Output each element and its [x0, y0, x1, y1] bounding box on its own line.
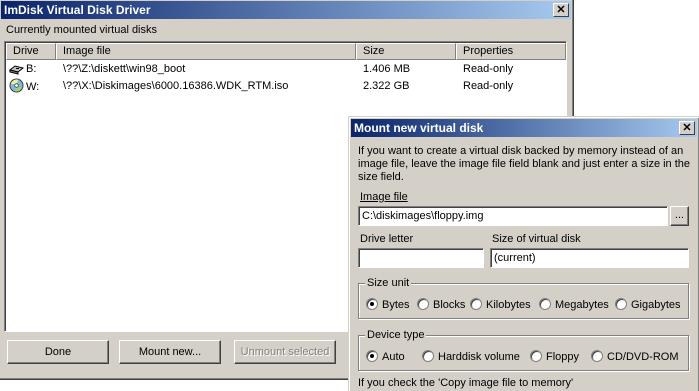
disk-properties: Read-only — [463, 63, 514, 75]
size-unit-blocks-radio[interactable]: Blocks — [417, 298, 465, 312]
cd-drive-icon — [9, 78, 24, 93]
image-file-label: Image file — [360, 191, 408, 203]
column-header-drive[interactable]: Drive — [6, 43, 56, 60]
size-unit-group: Size unit Bytes Blocks Kilobytes Megabyt… — [358, 276, 689, 319]
size-unit-gigabytes-radio[interactable]: Gigabytes — [615, 298, 681, 312]
main-window-titlebar[interactable]: ImDisk Virtual Disk Driver ✕ — [1, 1, 571, 19]
radio-label: Kilobytes — [486, 299, 531, 311]
column-header-image-file[interactable]: Image file — [56, 43, 356, 60]
radio-label: Gigabytes — [631, 299, 681, 311]
radio-label: Blocks — [433, 299, 466, 311]
radio-label: Megabytes — [555, 299, 609, 311]
radio-unselected-icon — [417, 298, 429, 310]
size-input[interactable]: (current) — [490, 248, 689, 268]
radio-selected-icon — [366, 298, 378, 310]
browse-button[interactable]: ... — [670, 206, 689, 226]
unmount-selected-button[interactable]: Unmount selected — [234, 340, 336, 364]
column-header-properties[interactable]: Properties — [456, 43, 566, 60]
image-file-input[interactable]: C:\diskimages\floppy.img — [358, 206, 668, 226]
dialog-intro-line-1: If you want to create a virtual disk bac… — [358, 145, 684, 157]
disk-size: 1.406 MB — [363, 63, 411, 75]
close-icon: ✕ — [682, 122, 692, 134]
radio-label: Bytes — [382, 299, 410, 311]
column-header-size[interactable]: Size — [356, 43, 456, 60]
dialog-intro-line-2: image file, leave the image file field b… — [358, 158, 691, 170]
dialog-intro-line-3: size field. — [358, 171, 404, 183]
dialog-footer-text: If you check the 'Copy image file to mem… — [358, 377, 574, 389]
device-type-harddisk-radio[interactable]: Harddisk volume — [422, 350, 520, 364]
drive-letter-input[interactable] — [358, 248, 484, 268]
mounted-disks-label: Currently mounted virtual disks — [6, 24, 158, 36]
size-unit-bytes-radio[interactable]: Bytes — [366, 298, 410, 312]
radio-label: CD/DVD-ROM — [607, 351, 679, 363]
radio-unselected-icon — [591, 350, 603, 362]
mount-dialog: Mount new virtual disk ✕ If you want to … — [348, 116, 699, 391]
close-icon: ✕ — [556, 4, 566, 16]
mount-dialog-title: Mount new virtual disk — [354, 121, 484, 135]
device-type-group-title: Device type — [365, 328, 427, 342]
table-row[interactable]: B: \??\Z:\diskett\win98_boot 1.406 MB Re… — [7, 61, 565, 78]
mount-dialog-close-button[interactable]: ✕ — [679, 121, 695, 135]
mount-new-button[interactable]: Mount new... — [119, 340, 221, 364]
device-type-cdrom-radio[interactable]: CD/DVD-ROM — [591, 350, 679, 364]
drive-letter: W: — [26, 81, 40, 93]
size-label: Size of virtual disk — [492, 233, 581, 245]
table-row[interactable]: W: \??\X:\Diskimages\6000.16386.WDK_RTM.… — [7, 78, 565, 95]
disk-size: 2.322 GB — [363, 80, 410, 92]
radio-label: Auto — [382, 351, 405, 363]
drive-letter-label: Drive letter — [360, 233, 414, 245]
main-window-close-button[interactable]: ✕ — [553, 3, 569, 17]
device-type-auto-radio[interactable]: Auto — [366, 350, 405, 364]
radio-unselected-icon — [422, 350, 434, 362]
mount-dialog-titlebar[interactable]: Mount new virtual disk ✕ — [351, 119, 697, 137]
device-type-floppy-radio[interactable]: Floppy — [530, 350, 579, 364]
image-file-path: \??\Z:\diskett\win98_boot — [63, 63, 186, 75]
size-unit-megabytes-radio[interactable]: Megabytes — [539, 298, 609, 312]
drive-letter: B: — [26, 63, 37, 75]
radio-unselected-icon — [530, 350, 542, 362]
radio-selected-icon — [366, 350, 378, 362]
device-type-group: Device type Auto Harddisk volume Floppy … — [358, 328, 689, 371]
size-unit-group-title: Size unit — [365, 276, 412, 290]
radio-label: Floppy — [546, 351, 580, 363]
size-unit-kilobytes-radio[interactable]: Kilobytes — [470, 298, 531, 312]
radio-unselected-icon — [539, 298, 551, 310]
floppy-drive-icon — [9, 65, 24, 75]
done-button[interactable]: Done — [7, 340, 109, 364]
disk-properties: Read-only — [463, 80, 514, 92]
image-file-path: \??\X:\Diskimages\6000.16386.WDK_RTM.iso — [63, 80, 289, 92]
radio-label: Harddisk volume — [438, 351, 520, 363]
radio-unselected-icon — [470, 298, 482, 310]
radio-unselected-icon — [615, 298, 627, 310]
main-window-title: ImDisk Virtual Disk Driver — [4, 3, 151, 17]
